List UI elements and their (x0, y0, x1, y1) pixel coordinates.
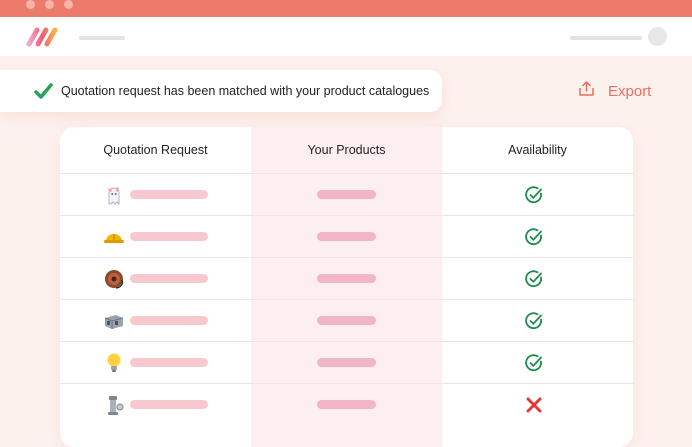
upload-icon (578, 80, 595, 102)
light-bulb-icon (102, 351, 126, 375)
product-placeholder (317, 274, 376, 283)
export-label: Export (608, 82, 652, 100)
table-row[interactable] (60, 299, 633, 342)
match-notification-banner: Quotation request has been matched with … (0, 70, 442, 112)
matching-table: Quotation Request Your Products Availabi… (60, 127, 633, 447)
header-placeholder-line (79, 36, 125, 40)
available-check-icon (524, 353, 544, 373)
cable-reel-icon (102, 267, 126, 291)
app-header (0, 17, 692, 56)
window-minimize-dot[interactable] (45, 0, 54, 9)
product-placeholder (317, 316, 376, 325)
logo-icon (26, 25, 60, 52)
check-mark-icon (34, 82, 53, 100)
column-header-availability: Availability (508, 143, 567, 157)
banner-message: Quotation request has been matched with … (61, 84, 430, 98)
product-placeholder (317, 232, 376, 241)
block-icon (102, 309, 126, 333)
table-row[interactable] (60, 215, 633, 258)
column-header-quotation-request: Quotation Request (103, 143, 208, 157)
product-placeholder (317, 190, 376, 199)
quotation-item-placeholder (130, 358, 208, 367)
column-header-your-products: Your Products (307, 143, 386, 157)
ghost-icon (102, 183, 126, 207)
available-check-icon (524, 311, 544, 331)
quotation-item-placeholder (130, 316, 208, 325)
window-close-dot[interactable] (26, 0, 35, 9)
header-placeholder-line-right (570, 36, 642, 40)
table-row[interactable] (60, 341, 633, 384)
product-placeholder (317, 358, 376, 367)
quotation-item-placeholder (130, 274, 208, 283)
quotation-item-placeholder (130, 400, 208, 409)
table-row[interactable] (60, 257, 633, 300)
quotation-item-placeholder (130, 232, 208, 241)
window-maximize-dot[interactable] (64, 0, 73, 9)
available-check-icon (524, 185, 544, 205)
window-titlebar (0, 0, 692, 17)
quotation-item-placeholder (130, 190, 208, 199)
avatar[interactable] (648, 27, 667, 46)
available-check-icon (524, 227, 544, 247)
pipe-fitting-icon (102, 393, 126, 417)
hard-hat-icon (102, 225, 126, 249)
product-placeholder (317, 400, 376, 409)
unavailable-cross-icon (524, 395, 544, 415)
table-row[interactable] (60, 173, 633, 216)
available-check-icon (524, 269, 544, 289)
export-button[interactable]: Export (578, 80, 651, 102)
